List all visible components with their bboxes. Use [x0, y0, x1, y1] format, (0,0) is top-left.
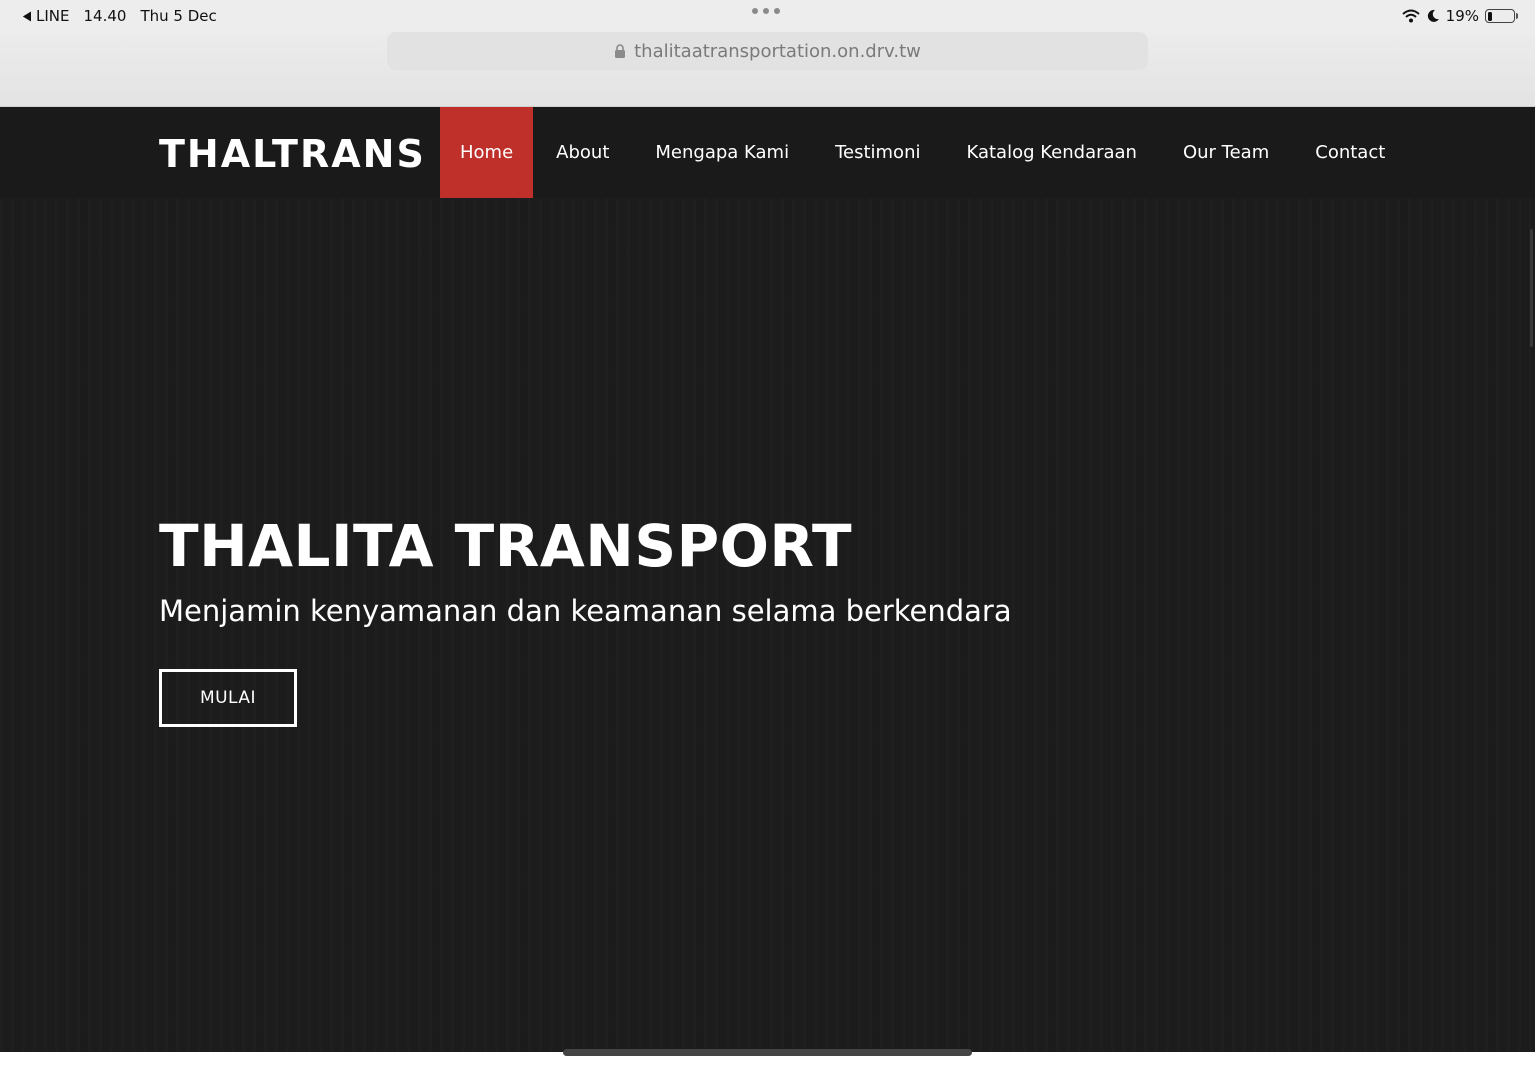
back-app-label: LINE [36, 7, 70, 25]
site-navbar: THALTRANS Home About Mengapa Kami Testim… [0, 107, 1535, 198]
status-date: Thu 5 Dec [140, 7, 217, 25]
nav-mengapa-kami[interactable]: Mengapa Kami [632, 107, 812, 198]
battery-icon [1485, 9, 1518, 23]
nav-home[interactable]: Home [440, 107, 534, 198]
hero-title: THALITA TRANSPORT [159, 512, 853, 580]
back-to-app-link[interactable]: LINE [22, 7, 69, 25]
multitasking-dots-icon[interactable] [752, 8, 780, 14]
nav-contact[interactable]: Contact [1292, 107, 1408, 198]
status-bar: LINE 14.40 Thu 5 Dec 19% [0, 0, 1535, 32]
nav-our-team[interactable]: Our Team [1160, 107, 1292, 198]
status-left: LINE 14.40 Thu 5 Dec [22, 7, 217, 25]
home-indicator[interactable] [563, 1049, 972, 1056]
site-logo[interactable]: THALTRANS [159, 132, 426, 176]
mulai-button[interactable]: MULAI [159, 669, 297, 727]
hero-subtitle: Menjamin kenyamanan dan keamanan selama … [159, 594, 1012, 628]
nav-katalog-kendaraan[interactable]: Katalog Kendaraan [943, 107, 1159, 198]
address-bar[interactable]: thalitaatransportation.on.drv.tw [387, 32, 1148, 70]
moon-icon [1427, 9, 1439, 22]
vertical-scrollbar[interactable] [1530, 229, 1533, 347]
status-right: 19% [1401, 7, 1518, 25]
main-nav: Home About Mengapa Kami Testimoni Katalo… [440, 107, 1408, 198]
nav-testimoni[interactable]: Testimoni [812, 107, 943, 198]
battery-percent: 19% [1445, 7, 1479, 25]
back-arrow-icon [22, 11, 31, 21]
lock-icon [615, 43, 626, 58]
website: THALTRANS Home About Mengapa Kami Testim… [0, 107, 1535, 1052]
wifi-icon [1401, 9, 1420, 23]
status-time: 14.40 [83, 7, 127, 25]
nav-about[interactable]: About [533, 107, 632, 198]
url-text: thalitaatransportation.on.drv.tw [634, 40, 921, 62]
battery-fill [1487, 11, 1493, 21]
browser-toolbar: thalitaatransportation.on.drv.tw [0, 32, 1535, 107]
